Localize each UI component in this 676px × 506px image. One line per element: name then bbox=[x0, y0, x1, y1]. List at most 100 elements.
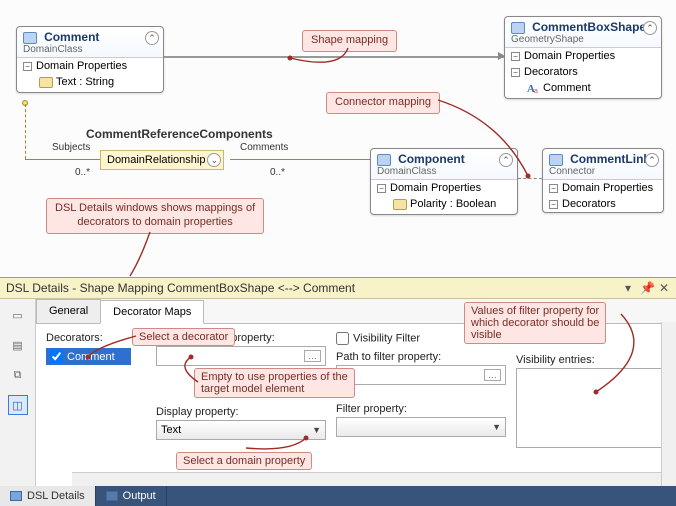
rel-right-line bbox=[230, 159, 370, 160]
node-subtitle: Connector bbox=[549, 166, 657, 177]
property-icon bbox=[393, 199, 407, 210]
node-comment[interactable]: Comment ⌃ DomainClass −Domain Properties… bbox=[16, 26, 164, 93]
tab-dsl-details[interactable]: DSL Details bbox=[0, 486, 96, 506]
chevron-down-icon: ▼ bbox=[492, 422, 501, 432]
decorator-a-icon: Aa bbox=[527, 82, 540, 94]
class-icon bbox=[23, 32, 37, 44]
tab-decorator-maps[interactable]: Decorator Maps bbox=[100, 300, 204, 324]
ellipsis-icon[interactable]: … bbox=[484, 369, 501, 381]
connector-icon bbox=[549, 154, 563, 166]
mult-left: 0..* bbox=[75, 167, 90, 178]
node-subtitle: DomainClass bbox=[377, 166, 511, 177]
node-domainrelationship[interactable]: DomainRelationship ⌄ bbox=[100, 150, 224, 170]
expand-icon[interactable]: − bbox=[511, 68, 520, 77]
node-commentlink[interactable]: CommentLink ⌃ Connector −Domain Properti… bbox=[542, 148, 664, 213]
window-menu-icon[interactable]: ▾ bbox=[622, 281, 634, 295]
callout-connector-mapping: Connector mapping bbox=[326, 92, 440, 114]
node-subtitle: GeometryShape bbox=[511, 34, 655, 45]
tab-general[interactable]: General bbox=[36, 299, 101, 323]
node-subtitle: DomainClass bbox=[23, 44, 157, 55]
sidebar-btn-4[interactable]: ◫ bbox=[8, 395, 28, 415]
path-filter-field[interactable]: … bbox=[336, 365, 506, 385]
sidebar-btn-2[interactable]: ▤ bbox=[8, 335, 28, 355]
tab-icon bbox=[106, 491, 118, 501]
tab-icon bbox=[10, 491, 22, 501]
filter-prop-label: Filter property: bbox=[336, 403, 511, 415]
property-text: Text : String bbox=[56, 76, 114, 88]
callout-empty-path: Empty to use properties of the target mo… bbox=[194, 368, 355, 398]
ellipsis-icon[interactable]: … bbox=[304, 350, 321, 362]
collapse-icon[interactable]: ⌄ bbox=[207, 153, 221, 167]
node-title: CommentLink bbox=[570, 152, 650, 166]
decorator-name: Comment bbox=[67, 351, 115, 363]
visibility-filter-checkbox[interactable] bbox=[336, 332, 349, 345]
relationship-name: CommentReferenceComponents bbox=[86, 127, 273, 141]
callout-dsl-details: DSL Details windows shows mappings of de… bbox=[46, 198, 264, 234]
collapse-icon[interactable]: ⌃ bbox=[643, 21, 657, 35]
class-icon bbox=[377, 154, 391, 166]
node-commentboxshape[interactable]: CommentBoxShape ⌃ GeometryShape −Domain … bbox=[504, 16, 662, 99]
chevron-down-icon: ▼ bbox=[312, 425, 321, 435]
arrow-icon bbox=[498, 52, 505, 60]
node-title: CommentBoxShape bbox=[532, 20, 646, 34]
expand-icon[interactable]: − bbox=[377, 184, 386, 193]
scrollbar-vertical[interactable] bbox=[661, 322, 676, 487]
expand-icon[interactable]: − bbox=[23, 62, 32, 71]
section-label: Domain Properties bbox=[36, 60, 127, 72]
collapse-icon[interactable]: ⌃ bbox=[499, 153, 513, 167]
rel-left-line bbox=[25, 159, 100, 160]
svg-text:a: a bbox=[534, 88, 538, 94]
visibility-filter-label: Visibility Filter bbox=[353, 332, 420, 344]
collapse-icon[interactable]: ⌃ bbox=[145, 31, 159, 45]
rel-leader bbox=[25, 104, 26, 159]
decorator-list-item[interactable]: Comment bbox=[46, 348, 131, 365]
property-icon bbox=[39, 77, 53, 88]
property-text: Polarity : Boolean bbox=[410, 198, 496, 210]
section-label: Domain Properties bbox=[390, 182, 481, 194]
expand-icon[interactable]: − bbox=[549, 200, 558, 209]
mult-right: 0..* bbox=[270, 167, 285, 178]
path-display-field[interactable]: … bbox=[156, 346, 326, 366]
details-title-text: DSL Details - Shape Mapping CommentBoxSh… bbox=[6, 281, 355, 295]
expand-icon[interactable]: − bbox=[511, 52, 520, 61]
callout-select-decorator: Select a decorator bbox=[132, 328, 235, 346]
connector-mapping-line bbox=[518, 178, 542, 179]
relationship-type: DomainRelationship bbox=[107, 154, 205, 166]
details-side-toolbar: ▭ ▤ ⧉ ◫ bbox=[0, 299, 36, 487]
collapse-icon[interactable]: ⌃ bbox=[645, 153, 659, 167]
close-icon[interactable]: ✕ bbox=[658, 281, 670, 295]
decorator-text: Comment bbox=[543, 82, 591, 94]
expand-icon[interactable]: − bbox=[549, 184, 558, 193]
section-label: Decorators bbox=[562, 198, 616, 210]
bottom-tab-bar: DSL Details Output bbox=[0, 486, 676, 506]
node-title: Comment bbox=[44, 30, 99, 44]
shape-mapping-line bbox=[164, 56, 504, 58]
sidebar-btn-3[interactable]: ⧉ bbox=[8, 365, 28, 385]
dsl-details-panel: DSL Details - Shape Mapping CommentBoxSh… bbox=[0, 277, 676, 486]
role-right: Comments bbox=[240, 142, 288, 153]
node-component[interactable]: Component ⌃ DomainClass −Domain Properti… bbox=[370, 148, 518, 215]
scrollbar-horizontal[interactable] bbox=[72, 472, 661, 487]
tab-output[interactable]: Output bbox=[96, 486, 167, 506]
diagram-canvas: Comment ⌃ DomainClass −Domain Properties… bbox=[0, 0, 676, 277]
pin-icon[interactable]: 📌 bbox=[640, 281, 652, 295]
visibility-entries-list[interactable] bbox=[516, 368, 666, 448]
details-title-bar: DSL Details - Shape Mapping CommentBoxSh… bbox=[0, 278, 676, 299]
filter-property-select[interactable]: ▼ bbox=[336, 417, 506, 437]
sidebar-btn-1[interactable]: ▭ bbox=[8, 305, 28, 325]
path-filter-label: Path to filter property: bbox=[336, 351, 511, 363]
role-left: Subjects bbox=[52, 142, 90, 153]
section-label: Domain Properties bbox=[562, 182, 653, 194]
callout-shape-mapping: Shape mapping bbox=[302, 30, 397, 52]
display-property-value: Text bbox=[161, 424, 181, 436]
callout-select-domain: Select a domain property bbox=[176, 452, 312, 470]
callout-vis-values: Values of filter property for which deco… bbox=[464, 302, 606, 344]
visibility-entries-label: Visibility entries: bbox=[516, 354, 671, 366]
tab-label: Output bbox=[123, 490, 156, 502]
section-label: Domain Properties bbox=[524, 50, 615, 62]
display-property-select[interactable]: Text ▼ bbox=[156, 420, 326, 440]
section-label: Decorators bbox=[524, 66, 578, 78]
decorator-checkbox[interactable] bbox=[50, 350, 63, 363]
tab-label: DSL Details bbox=[27, 490, 85, 502]
node-title: Component bbox=[398, 152, 465, 166]
